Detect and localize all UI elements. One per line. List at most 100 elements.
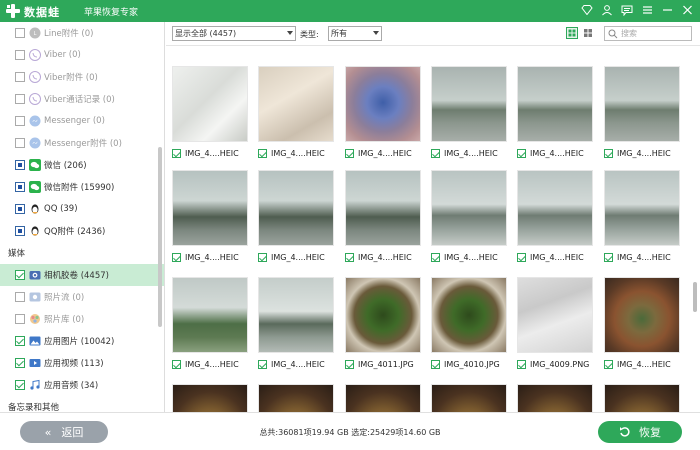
app-photos-icon: [29, 336, 41, 346]
photo-filename: IMG_4....HEIC: [617, 148, 671, 158]
photo-thumbnail[interactable]: [517, 170, 593, 246]
photo-checkbox[interactable]: [172, 359, 181, 369]
photo-checkbox[interactable]: [431, 252, 440, 262]
photo-thumbnail[interactable]: [431, 170, 507, 246]
photo-checkbox[interactable]: [258, 252, 267, 262]
photo-thumbnail[interactable]: [258, 384, 334, 412]
sidebar-item-messenger[interactable]: Messenger附件 (0): [0, 132, 164, 154]
photo-thumbnail[interactable]: [345, 384, 421, 412]
photo-checkbox[interactable]: [431, 359, 440, 369]
sidebar-item-messenger[interactable]: Messenger (0): [0, 110, 164, 132]
sidebar-item-label: Messenger (0): [44, 116, 105, 126]
checkbox[interactable]: [15, 182, 25, 192]
photo-checkbox[interactable]: [345, 252, 354, 262]
photo-thumbnail[interactable]: [431, 66, 507, 142]
sidebar-item-app-photos[interactable]: 应用图片 (10042): [0, 330, 164, 352]
photo-thumbnail[interactable]: [345, 66, 421, 142]
photo-thumbnail[interactable]: [345, 277, 421, 353]
photo-thumbnail[interactable]: [604, 66, 680, 142]
photo-checkbox[interactable]: [604, 252, 613, 262]
recover-button[interactable]: 恢复: [598, 421, 682, 443]
search-input[interactable]: 搜索: [604, 26, 692, 41]
photo-checkbox[interactable]: [517, 148, 526, 158]
photo-checkbox[interactable]: [517, 252, 526, 262]
photo-caption: IMG_4....HEIC: [431, 251, 513, 263]
sidebar-item-viber[interactable]: Viber附件 (0): [0, 66, 164, 88]
photo-checkbox[interactable]: [517, 359, 526, 369]
sidebar-item-photo-library[interactable]: 照片库 (0): [0, 308, 164, 330]
sidebar-item-viber[interactable]: Viber通话记录 (0): [0, 88, 164, 110]
photo-thumbnail[interactable]: [604, 277, 680, 353]
photo-thumbnail[interactable]: [604, 170, 680, 246]
photo-thumbnail[interactable]: [172, 384, 248, 412]
sidebar-item-camera-roll[interactable]: 相机胶卷 (4457): [0, 264, 164, 286]
photo-checkbox[interactable]: [604, 148, 613, 158]
photo-thumbnail[interactable]: [258, 66, 334, 142]
checkbox[interactable]: [15, 270, 25, 280]
sidebar-item-qq[interactable]: QQ附件 (2436): [0, 220, 164, 242]
photo-thumbnail[interactable]: [517, 277, 593, 353]
checkbox[interactable]: [15, 226, 25, 236]
sidebar-item-app-audio[interactable]: 应用音频 (34): [0, 374, 164, 396]
photo-thumbnail[interactable]: [172, 66, 248, 142]
sidebar-item-label: Viber通话记录 (0): [44, 95, 115, 105]
photo-caption: IMG_4010.JPG: [431, 358, 513, 370]
checkbox[interactable]: [15, 160, 25, 170]
photo-checkbox[interactable]: [345, 359, 354, 369]
photo-stream-icon: [29, 292, 41, 302]
photo-thumbnail[interactable]: [345, 170, 421, 246]
type-dropdown[interactable]: 所有: [328, 26, 382, 41]
feedback-icon[interactable]: [620, 3, 634, 17]
checkbox[interactable]: [15, 94, 25, 104]
sidebar-item-line[interactable]: L Line附件 (0): [0, 22, 164, 44]
photo-thumbnail[interactable]: [517, 384, 593, 412]
checkbox[interactable]: [15, 50, 25, 60]
checkbox[interactable]: [15, 28, 25, 38]
photo-checkbox[interactable]: [604, 359, 613, 369]
photo-checkbox[interactable]: [431, 148, 440, 158]
photo-caption: IMG_4....HEIC: [604, 147, 686, 159]
sidebar-item-photo-stream[interactable]: 照片流 (0): [0, 286, 164, 308]
photo-thumbnail[interactable]: [431, 277, 507, 353]
photo-thumbnail[interactable]: [517, 66, 593, 142]
photo-checkbox[interactable]: [258, 359, 267, 369]
photo-filename: IMG_4....HEIC: [185, 252, 239, 262]
sidebar-item-qq[interactable]: QQ (39): [0, 198, 164, 220]
close-icon[interactable]: [680, 3, 694, 17]
photo-thumbnail[interactable]: [258, 170, 334, 246]
grid-view-icon[interactable]: [566, 27, 578, 39]
checkbox[interactable]: [15, 380, 25, 390]
filter-dropdown[interactable]: 显示全部 (4457): [172, 26, 296, 41]
checkbox[interactable]: [15, 204, 25, 214]
sidebar-item-wechat[interactable]: 微信附件 (15990): [0, 176, 164, 198]
checkbox[interactable]: [15, 336, 25, 346]
photo-checkbox[interactable]: [172, 252, 181, 262]
checkbox[interactable]: [15, 292, 25, 302]
photo-thumbnail[interactable]: [431, 384, 507, 412]
viber-icon: [29, 93, 41, 105]
photo-thumbnail[interactable]: [172, 277, 248, 353]
sidebar-item-app-videos[interactable]: 应用视频 (113): [0, 352, 164, 374]
minimize-icon[interactable]: [660, 3, 674, 17]
checkbox[interactable]: [15, 138, 25, 148]
sidebar-item-wechat[interactable]: 微信 (206): [0, 154, 164, 176]
checkbox[interactable]: [15, 358, 25, 368]
photo-filename: IMG_4009.PNG: [530, 359, 590, 369]
photo-checkbox[interactable]: [258, 148, 267, 158]
checkbox[interactable]: [15, 314, 25, 324]
photo-thumbnail[interactable]: [604, 384, 680, 412]
photo-thumbnail[interactable]: [172, 170, 248, 246]
viber-icon: [29, 71, 41, 83]
user-icon[interactable]: [600, 3, 614, 17]
menu-icon[interactable]: [640, 3, 654, 17]
photo-checkbox[interactable]: [172, 148, 181, 158]
sidebar-item-viber[interactable]: Viber (0): [0, 44, 164, 66]
sidebar-scrollbar[interactable]: [158, 147, 162, 327]
grid-scrollbar[interactable]: [693, 282, 697, 312]
photo-thumbnail[interactable]: [258, 277, 334, 353]
list-view-icon[interactable]: [582, 27, 594, 39]
checkbox[interactable]: [15, 72, 25, 82]
diamond-icon[interactable]: [580, 3, 594, 17]
checkbox[interactable]: [15, 116, 25, 126]
photo-checkbox[interactable]: [345, 148, 354, 158]
